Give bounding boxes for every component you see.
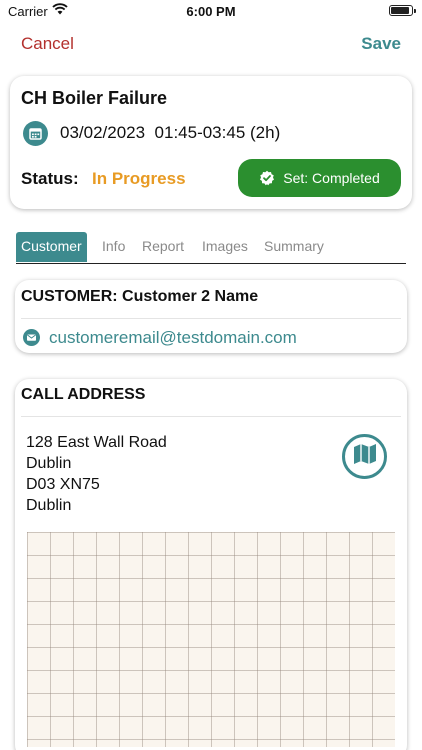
job-date-time: 03/02/2023 01:45-03:45 (2h) bbox=[60, 123, 281, 142]
job-title: CH Boiler Failure bbox=[21, 88, 168, 108]
status-value: In Progress bbox=[92, 169, 186, 188]
address-line: D03 XN75 bbox=[26, 476, 100, 493]
open-map-button[interactable] bbox=[342, 434, 387, 479]
divider bbox=[21, 318, 401, 319]
tab-summary[interactable]: Summary bbox=[264, 232, 324, 262]
call-address-title: CALL ADDRESS bbox=[21, 386, 146, 403]
map-view[interactable] bbox=[27, 532, 395, 747]
cancel-button[interactable]: Cancel bbox=[21, 34, 74, 54]
tab-report[interactable]: Report bbox=[142, 232, 184, 262]
address-line: Dublin bbox=[26, 455, 72, 472]
set-completed-label: Set: Completed bbox=[283, 170, 380, 186]
address-line: 128 East Wall Road bbox=[26, 434, 167, 451]
save-button[interactable]: Save bbox=[361, 34, 401, 54]
divider bbox=[21, 416, 401, 417]
job-summary-card: CH Boiler Failure 03/02/2023 01:45-03:45… bbox=[10, 76, 412, 209]
address-block: 128 East Wall Road Dublin D03 XN75 Dubli… bbox=[26, 432, 167, 516]
status-bar: Carrier 6:00 PM bbox=[0, 0, 422, 24]
set-completed-button[interactable]: Set: Completed bbox=[238, 159, 401, 197]
call-address-card: CALL ADDRESS 128 East Wall Road Dublin D… bbox=[15, 379, 407, 750]
clock-time: 6:00 PM bbox=[186, 4, 236, 19]
check-badge-icon bbox=[259, 170, 275, 186]
calendar-icon bbox=[23, 121, 48, 146]
customer-title: CUSTOMER: Customer 2 Name bbox=[21, 288, 259, 305]
tab-info[interactable]: Info bbox=[102, 232, 125, 262]
tab-images[interactable]: Images bbox=[202, 232, 248, 262]
address-line: Dublin bbox=[26, 497, 72, 514]
battery-icon bbox=[389, 5, 416, 16]
tab-bar: Customer Info Report Images Summary bbox=[16, 232, 406, 264]
navigation-bar: Cancel Save bbox=[0, 30, 422, 60]
customer-email-link[interactable]: customeremail@testdomain.com bbox=[49, 328, 297, 348]
customer-card: CUSTOMER: Customer 2 Name customeremail@… bbox=[15, 280, 407, 353]
status-label: Status: bbox=[21, 169, 79, 188]
envelope-icon bbox=[23, 329, 40, 346]
map-icon bbox=[353, 443, 377, 470]
tab-customer[interactable]: Customer bbox=[16, 232, 87, 262]
